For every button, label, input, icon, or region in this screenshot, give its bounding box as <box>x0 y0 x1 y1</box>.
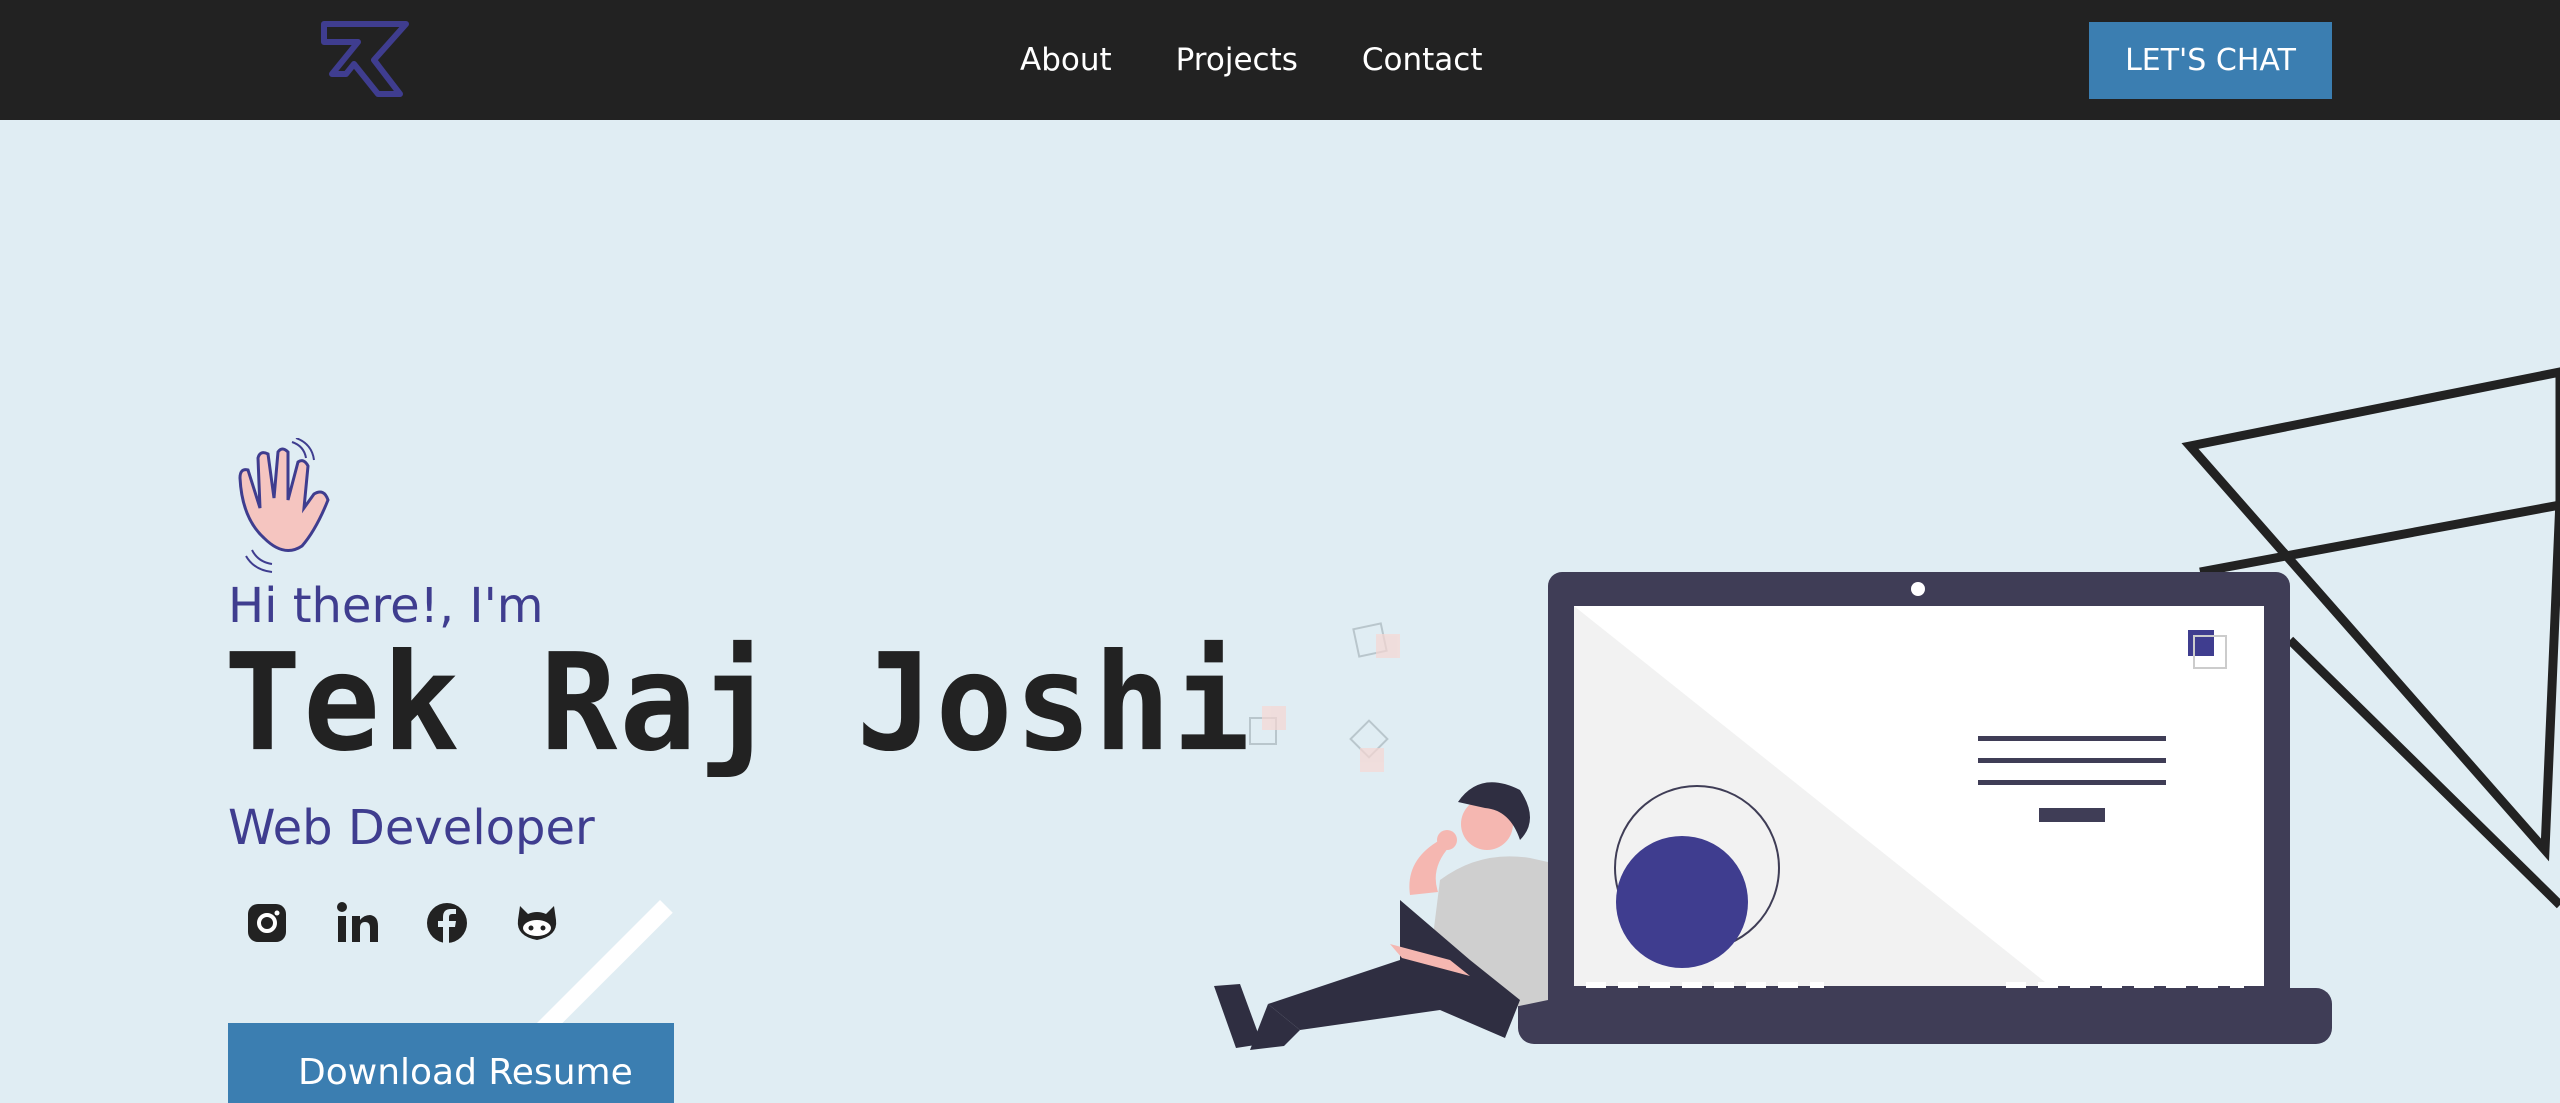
instagram-icon[interactable] <box>244 900 290 946</box>
person-illustration <box>1214 782 1548 1050</box>
laptop-illustration <box>1518 572 2332 1044</box>
nav-projects-link[interactable]: Projects <box>1176 42 1298 78</box>
hero-name: Tek Raj Joshi <box>224 625 1252 782</box>
decorative-triangles <box>2181 367 2560 909</box>
nav-links: About Projects Contact <box>1020 0 1482 120</box>
download-resume-button[interactable]: Download Resume <box>228 1023 674 1103</box>
facebook-icon[interactable] <box>424 900 470 946</box>
linkedin-icon[interactable] <box>334 900 380 946</box>
social-links <box>244 900 560 946</box>
role-text: Web Developer <box>228 800 595 856</box>
lets-chat-button[interactable]: LET'S CHAT <box>2089 22 2332 99</box>
github-icon[interactable] <box>514 900 560 946</box>
floating-shapes <box>1249 622 1389 759</box>
top-navbar: About Projects Contact LET'S CHAT <box>0 0 2560 120</box>
nav-contact-link[interactable]: Contact <box>1362 42 1483 78</box>
nav-about-link[interactable]: About <box>1020 42 1112 78</box>
logo-icon[interactable] <box>318 18 418 100</box>
hero-illustration <box>1214 367 2560 1050</box>
waving-hand-icon <box>238 438 330 573</box>
